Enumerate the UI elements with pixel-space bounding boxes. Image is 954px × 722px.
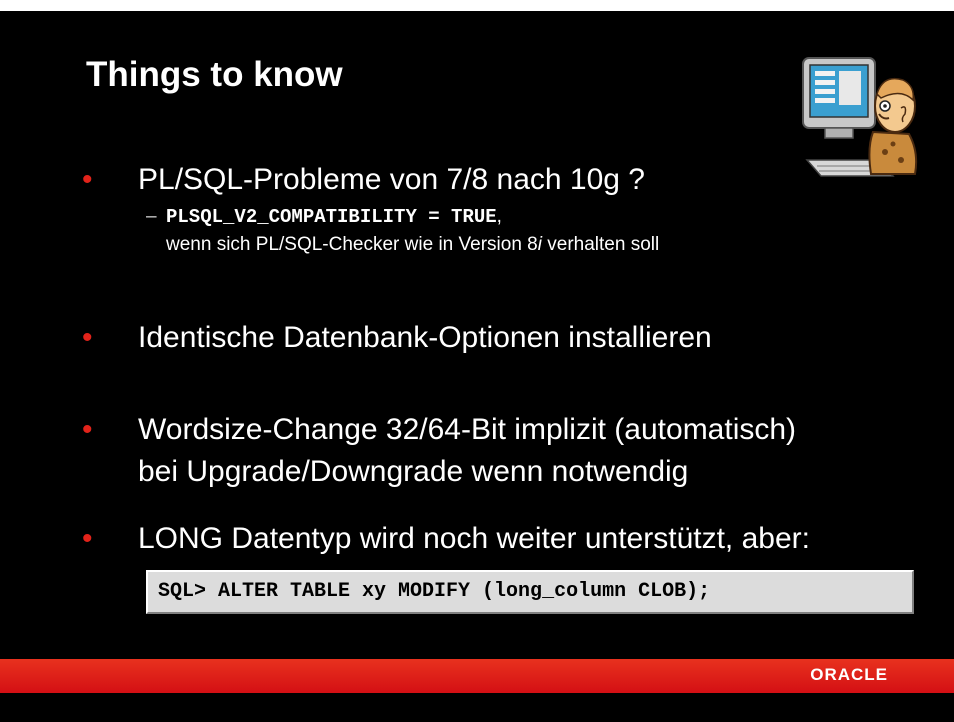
parameter-suffix: , [496,206,502,227]
sub-bullet-text-before: wenn sich PL/SQL-Checker wie in Version … [166,234,538,255]
bullet-marker: • [82,321,93,354]
sub-bullet-marker: – [146,206,157,227]
slide-title: Things to know [86,55,343,94]
oracle-logo: ORACLE [810,665,888,684]
bullet-text: LONG Datentyp wird noch weiter unterstüt… [138,522,810,555]
sql-code-example: SQL> ALTER TABLE xy MODIFY (long_column … [146,570,914,614]
bullet-text: Identische Datenbank-Optionen installier… [138,321,712,354]
bullet-marker: • [82,413,93,446]
slide: Things to know • PL/SQL-Probleme von 7/8… [0,11,954,722]
sub-bullet-line-1: PLSQL_V2_COMPATIBILITY = TRUE, [166,203,502,231]
compatibility-parameter: PLSQL_V2_COMPATIBILITY = TRUE [166,206,497,228]
sub-bullet-line-2: wenn sich PL/SQL-Checker wie in Version … [166,231,659,259]
bullet-marker: • [82,163,93,196]
sub-bullet-text-after: verhalten soll [541,234,660,255]
bullet-text-line-1: Wordsize-Change 32/64-Bit implizit (auto… [138,413,797,446]
bullet-text: PL/SQL-Probleme von 7/8 nach 10g ? [138,163,645,196]
bullet-marker: • [82,522,93,555]
bullet-text-line-2: bei Upgrade/Downgrade wenn notwendig [138,455,689,488]
footer-bar: ORACLE [0,659,954,693]
person-at-computer-icon [802,57,918,177]
